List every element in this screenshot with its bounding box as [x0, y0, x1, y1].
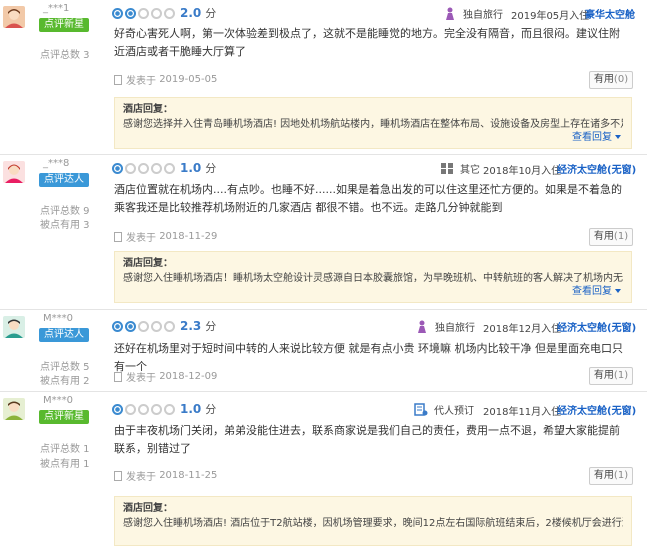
user-name[interactable]: _***8	[43, 158, 69, 169]
room-type[interactable]: 经济太空舱(无窗)	[557, 402, 636, 417]
doc-icon	[114, 470, 122, 481]
user-name[interactable]: M***0	[43, 395, 73, 406]
trip-type: 其它	[440, 161, 480, 176]
rating-circle-filled	[112, 162, 123, 174]
trip-type: 代人预订	[414, 402, 474, 417]
posted-date: 发表于 2018-11-25	[114, 468, 217, 483]
useful-button[interactable]: 有用(1)	[589, 467, 633, 485]
user-name[interactable]: M***0	[43, 313, 73, 324]
posted-date: 发表于 2019-05-05	[114, 72, 217, 87]
view-reply-link[interactable]: 查看回复	[572, 284, 621, 299]
doc-icon	[114, 371, 122, 382]
review-item: M***0 点评达人 点评总数 5 被点有用 2 2.3 分 独自旅行 2018年…	[0, 310, 647, 392]
user-badge: 点评新星	[39, 18, 89, 32]
review-content: 好奇心害死人啊，第一次体验差到极点了，这就不是能睡觉的地方。完全没有隔音，而且很…	[114, 27, 620, 58]
hotel-reply: 酒店回复： 感谢您入住睡机场酒店! 酒店位于T2航站楼，因机场管理要求，晚间12…	[114, 496, 632, 546]
rating-circle-empty	[151, 162, 162, 174]
avatar[interactable]	[3, 316, 25, 338]
view-reply-link[interactable]: 查看回复	[572, 130, 621, 145]
review-item: _***8 点评达人 点评总数 9 被点有用 3 1.0 分 其它 2018年10…	[0, 155, 647, 310]
score: 1.0 分	[180, 161, 217, 175]
reply-text: 感谢您入住睡机场酒店! 酒店位于T2航站楼，因机场管理要求，晚间12点左右国际航…	[123, 518, 623, 529]
grid-icon	[441, 163, 453, 174]
rating-circle-empty	[164, 162, 175, 174]
rating-circle-empty	[164, 7, 175, 19]
trip-type: 独自旅行	[415, 319, 475, 334]
room-type[interactable]: 经济太空舱(无窗)	[557, 161, 636, 176]
posted-date: 发表于 2018-12-09	[114, 369, 217, 384]
hotel-reply: 酒店回复： 感谢您选择并入住青岛睡机场酒店! 因地处机场航站楼内，睡机场酒店在整…	[114, 97, 632, 149]
user-badge: 点评达人	[39, 328, 89, 342]
useful-button[interactable]: 有用(1)	[589, 367, 633, 385]
reply-title: 酒店回复：	[123, 258, 173, 269]
useful-button[interactable]: 有用(0)	[589, 71, 633, 89]
rating-circle-filled	[112, 7, 123, 19]
score: 2.3 分	[180, 319, 217, 333]
rating-circle-empty	[125, 162, 136, 174]
hotel-reply: 酒店回复： 感谢您入住睡机场酒店！睡机场太空舱设计灵感源自日本胶囊旅馆，为早晚班…	[114, 251, 632, 303]
score: 1.0 分	[180, 402, 217, 416]
rating-circle-empty	[151, 7, 162, 19]
rating-circle-filled	[112, 403, 123, 415]
rating-circle-empty	[151, 403, 162, 415]
review-content: 由于丰夜机场门关闭，弟弟没能住进去，联系商家说是我们自己的责任，费用一点不退，希…	[114, 424, 620, 455]
useful-count: 被点有用 2	[40, 376, 90, 387]
review-count: 点评总数 1	[40, 444, 90, 455]
user-badge: 点评达人	[39, 173, 89, 187]
rating-circles	[112, 319, 177, 333]
posted-date: 发表于 2018-11-29	[114, 229, 217, 244]
person-icon	[446, 7, 454, 20]
stay-date: 2018年11月入住	[483, 407, 562, 418]
reply-title: 酒店回复：	[123, 503, 173, 514]
rating-circles	[112, 402, 177, 416]
reply-text: 感谢您选择并入住青岛睡机场酒店! 因地处机场航站楼内，睡机场酒店在整体布局、设施…	[123, 119, 623, 130]
reply-text: 感谢您入住睡机场酒店！睡机场太空舱设计灵感源自日本胶囊旅馆，为早晚班机、中转航班…	[123, 273, 623, 284]
review-item: _***1 点评新星 点评总数 3 2.0 分 独自旅行 2019年05月入住 豪…	[0, 0, 647, 155]
review-count: 点评总数 3	[40, 50, 90, 61]
avatar[interactable]	[3, 6, 25, 28]
rating-circle-filled	[125, 320, 136, 332]
rating-circle-empty	[164, 320, 175, 332]
stay-date: 2019年05月入住	[511, 11, 590, 22]
trip-type: 独自旅行	[443, 6, 503, 21]
review-item: M***0 点评新星 点评总数 1 被点有用 1 1.0 分 代人预订 2018年…	[0, 392, 647, 552]
stay-date: 2018年10月入住	[483, 166, 562, 177]
score: 2.0 分	[180, 6, 217, 20]
rating-circle-empty	[138, 7, 149, 19]
rating-circle-filled	[112, 320, 123, 332]
avatar[interactable]	[3, 161, 25, 183]
review-count: 点评总数 5	[40, 362, 90, 373]
person-icon	[418, 320, 426, 333]
rating-circle-empty	[151, 320, 162, 332]
useful-count: 被点有用 1	[40, 459, 90, 470]
rating-circle-filled	[125, 7, 136, 19]
user-name[interactable]: _***1	[43, 3, 69, 14]
rating-circle-empty	[164, 403, 175, 415]
doc-icon	[114, 231, 122, 242]
rating-circles	[112, 161, 177, 175]
triangle-down-icon	[615, 289, 621, 293]
triangle-down-icon	[615, 135, 621, 139]
booking-icon	[414, 403, 428, 416]
rating-circle-empty	[125, 403, 136, 415]
room-type[interactable]: 豪华太空舱	[585, 6, 635, 21]
review-count: 点评总数 9	[40, 206, 90, 217]
rating-circle-empty	[138, 162, 149, 174]
useful-count: 被点有用 3	[40, 220, 90, 231]
doc-icon	[114, 74, 122, 85]
rating-circle-empty	[138, 403, 149, 415]
room-type[interactable]: 经济太空舱(无窗)	[557, 319, 636, 334]
stay-date: 2018年12月入住	[483, 324, 562, 335]
rating-circle-empty	[138, 320, 149, 332]
useful-button[interactable]: 有用(1)	[589, 228, 633, 246]
rating-circles	[112, 6, 177, 20]
review-content: 酒店位置就在机场内....有点吵。也睡不好......如果是着急出发的可以住这里…	[114, 183, 622, 214]
reply-title: 酒店回复：	[123, 104, 173, 115]
user-badge: 点评新星	[39, 410, 89, 424]
avatar[interactable]	[3, 398, 25, 420]
